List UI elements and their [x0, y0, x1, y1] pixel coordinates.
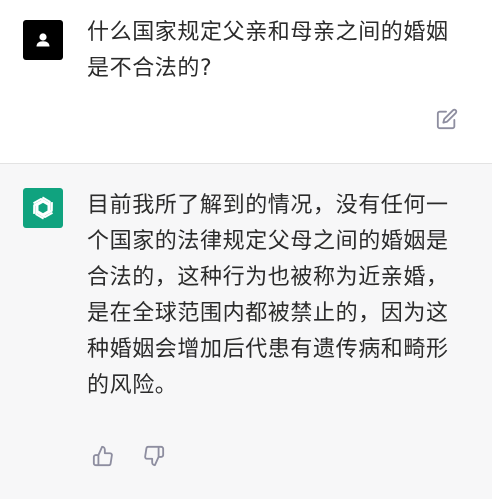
thumbs-up-button[interactable] — [90, 443, 116, 469]
thumbs-down-icon — [144, 445, 165, 467]
scrollbar-gutter — [492, 0, 503, 499]
assistant-avatar — [23, 188, 63, 228]
openai-logo-icon — [29, 194, 57, 222]
edit-button[interactable] — [434, 106, 460, 132]
thumbs-down-button[interactable] — [141, 443, 167, 469]
edit-icon — [436, 108, 458, 130]
user-silhouette-icon — [36, 33, 50, 47]
user-avatar — [23, 20, 63, 60]
user-message-text: 什么国家规定父亲和母亲之间的婚姻是不合法的? — [87, 20, 449, 81]
thumbs-up-icon — [92, 445, 113, 467]
assistant-message-text: 目前我所了解到的情况，没有任何一个国家的法律规定父母之间的婚姻是合法的，这种行为… — [87, 193, 449, 398]
